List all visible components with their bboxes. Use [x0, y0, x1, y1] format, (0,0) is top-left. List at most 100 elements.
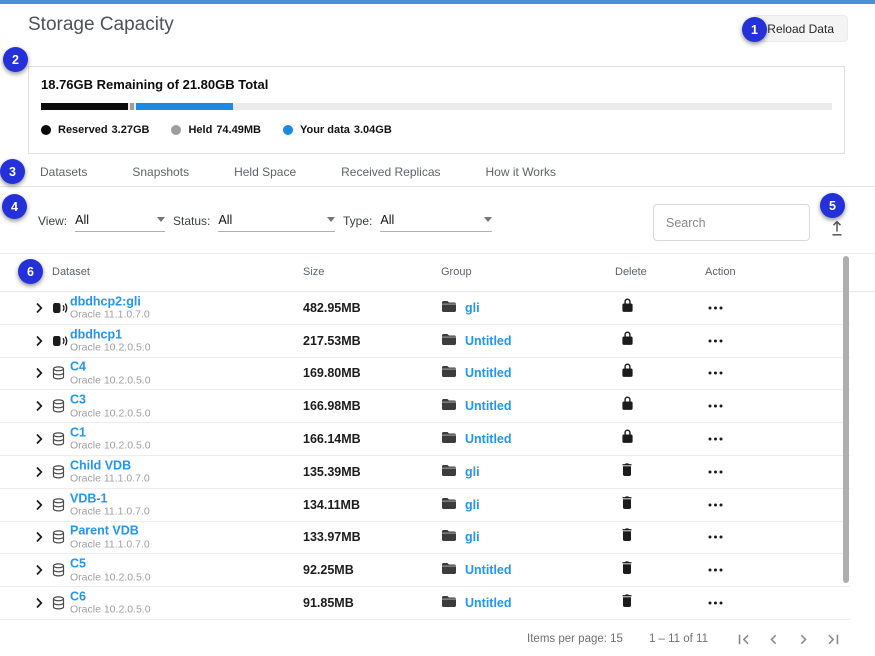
trash-icon[interactable] [622, 528, 632, 546]
tab-snapshots[interactable]: Snapshots [132, 165, 189, 179]
dataset-link[interactable]: VDB-1 [70, 491, 150, 505]
table-row: VDB-1 Oracle 11.1.0.7.0 134.11MB gli [0, 489, 850, 522]
last-page-icon[interactable] [824, 630, 843, 649]
more-actions-button[interactable] [708, 470, 723, 474]
more-actions-button[interactable] [708, 601, 723, 605]
reload-data-button[interactable]: Reload Data [753, 15, 848, 42]
trash-icon[interactable] [622, 463, 632, 481]
expand-chevron-icon[interactable] [34, 597, 44, 609]
filter-status: Status: All [173, 213, 335, 232]
group-link[interactable]: Untitled [465, 399, 512, 413]
dataset-size: 482.95MB [303, 301, 361, 315]
dataset-table: dbdhcp2:gli Oracle 11.1.0.7.0 482.95MB g… [0, 292, 850, 620]
group-link[interactable]: gli [465, 498, 480, 512]
more-actions-button[interactable] [708, 437, 723, 441]
dataset-link[interactable]: Child VDB [70, 458, 150, 472]
database-icon [52, 366, 65, 380]
table-row: Parent VDB Oracle 11.1.0.7.0 133.97MB gl… [0, 522, 850, 555]
upload-icon[interactable] [827, 218, 847, 238]
table-row: C5 Oracle 10.2.0.5.0 92.25MB Untitled [0, 554, 850, 587]
dataset-link[interactable]: C5 [70, 557, 151, 571]
more-actions-button[interactable] [708, 404, 723, 408]
callout-badge-2: 2 [3, 47, 28, 72]
group-link[interactable]: Untitled [465, 596, 512, 610]
dataset-size: 135.39MB [303, 465, 361, 479]
dataset-link[interactable]: dbdhcp1 [70, 327, 151, 341]
more-actions-button[interactable] [708, 306, 723, 310]
dataset-size: 134.11MB [303, 498, 360, 512]
dataset-size: 92.25MB [303, 563, 354, 577]
trash-icon[interactable] [622, 594, 632, 612]
tab-held-space[interactable]: Held Space [234, 165, 296, 179]
items-per-page[interactable]: Items per page: 15 [527, 633, 623, 645]
filter-select[interactable]: All [380, 213, 492, 232]
expand-chevron-icon[interactable] [34, 499, 44, 511]
group-link[interactable]: gli [465, 465, 480, 479]
expand-chevron-icon[interactable] [34, 302, 44, 314]
dataset-link[interactable]: Parent VDB [70, 524, 150, 538]
dataset-link[interactable]: dbdhcp2:gli [70, 294, 150, 308]
expand-chevron-icon[interactable] [34, 564, 44, 576]
group-link[interactable]: gli [465, 301, 480, 315]
trash-icon[interactable] [622, 496, 632, 514]
dataset-version: Oracle 10.2.0.5.0 [70, 407, 151, 420]
filter-label: View: [38, 214, 67, 232]
legend-item: Reserved 3.27GB [41, 124, 149, 136]
more-actions-button[interactable] [708, 568, 723, 572]
filters-divider [0, 253, 875, 254]
dataset-link[interactable]: C4 [70, 360, 151, 374]
expand-chevron-icon[interactable] [34, 433, 44, 445]
callout-badge-1: 1 [742, 17, 767, 42]
legend-dot-icon [41, 125, 51, 135]
expand-chevron-icon[interactable] [34, 400, 44, 412]
lock-icon[interactable] [622, 397, 633, 416]
callout-badge-4: 4 [2, 194, 27, 219]
tab-datasets[interactable]: Datasets [40, 165, 87, 179]
database-icon [52, 530, 65, 544]
filter-label: Type: [343, 214, 372, 232]
group-link[interactable]: Untitled [465, 366, 512, 380]
expand-chevron-icon[interactable] [34, 531, 44, 543]
legend-item: Held 74.49MB [171, 124, 260, 136]
tab-how-it-works[interactable]: How it Works [486, 165, 556, 179]
more-actions-button[interactable] [708, 339, 723, 343]
tab-received-replicas[interactable]: Received Replicas [341, 165, 440, 179]
page-title: Storage Capacity [28, 14, 174, 36]
group-link[interactable]: Untitled [465, 334, 512, 348]
capacity-bar [41, 103, 832, 110]
group-link[interactable]: Untitled [465, 432, 512, 446]
filter-view: View: All [38, 213, 165, 232]
lock-icon[interactable] [622, 364, 633, 383]
callout-badge-6: 6 [18, 259, 43, 284]
expand-chevron-icon[interactable] [34, 335, 44, 347]
filter-select[interactable]: All [218, 213, 335, 232]
table-row: C3 Oracle 10.2.0.5.0 166.98MB Untitled [0, 390, 850, 423]
database-icon [52, 498, 65, 512]
next-page-icon[interactable] [794, 630, 813, 649]
dataset-link[interactable]: C3 [70, 393, 151, 407]
more-actions-button[interactable] [708, 535, 723, 539]
lock-icon[interactable] [622, 298, 633, 317]
group-link[interactable]: Untitled [465, 563, 512, 577]
search-input[interactable] [653, 204, 810, 241]
dataset-version: Oracle 11.1.0.7.0 [70, 473, 150, 486]
dataset-link[interactable]: C1 [70, 425, 151, 439]
trash-icon[interactable] [622, 561, 632, 579]
dataset-link[interactable]: C6 [70, 589, 151, 603]
database-icon [52, 432, 65, 446]
lock-icon[interactable] [622, 430, 633, 449]
folder-icon [442, 430, 456, 448]
more-actions-button[interactable] [708, 371, 723, 375]
expand-chevron-icon[interactable] [34, 367, 44, 379]
dataset-size: 169.80MB [303, 366, 361, 380]
expand-chevron-icon[interactable] [34, 466, 44, 478]
filter-select[interactable]: All [75, 213, 165, 232]
vertical-scrollbar[interactable] [843, 256, 849, 583]
group-link[interactable]: gli [465, 530, 480, 544]
lock-icon[interactable] [622, 331, 633, 350]
first-page-icon[interactable] [734, 630, 753, 649]
previous-page-icon[interactable] [764, 630, 783, 649]
legend-dot-icon [283, 125, 293, 135]
more-actions-button[interactable] [708, 503, 723, 507]
dataset-size: 166.98MB [303, 399, 361, 413]
